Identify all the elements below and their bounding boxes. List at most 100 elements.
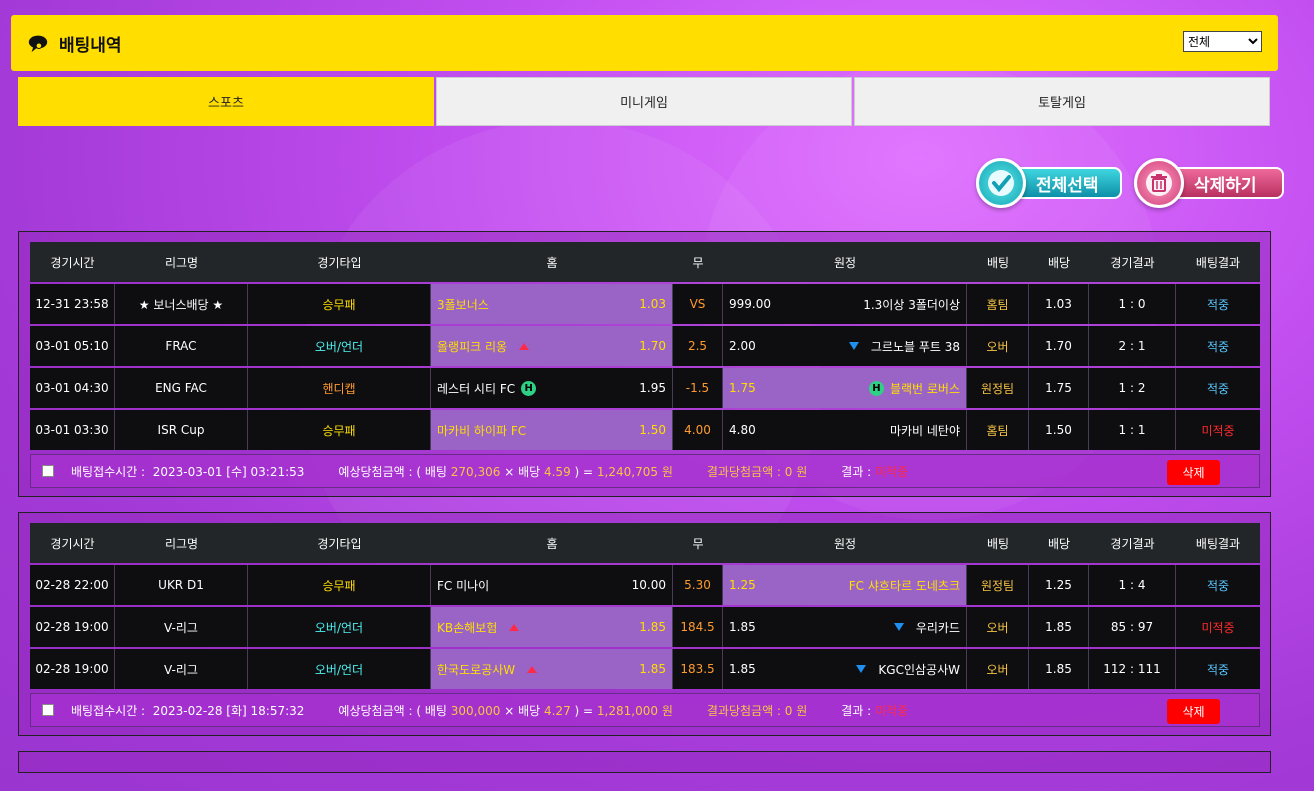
bet-table: 경기시간 리그명 경기타입 홈 무 원정 배팅 배당 경기결과 배팅결과 02-28 22:00 UK… (30, 523, 1260, 691)
bet-type: 승무패 (248, 410, 431, 450)
select-checkbox[interactable] (42, 465, 54, 477)
column-header: 홈 (431, 242, 673, 282)
handicap-badge-icon: H (521, 380, 537, 396)
bet-time-info: 배팅접수시간 : 2023-03-01 [수] 03:21:53 (71, 463, 304, 480)
match-time: 02-28 19:00 (30, 607, 115, 647)
column-header: 경기타입 (248, 242, 431, 282)
home-team-cell[interactable]: FC 미나이 10.00 (431, 565, 673, 605)
match-score: 1 : 2 (1089, 368, 1176, 408)
expected-label: 예상당첨금액 : ( 배팅 (338, 703, 447, 718)
bet-odds: 1.85 (1029, 607, 1089, 647)
home-odds: 1.85 (639, 620, 666, 634)
delete-bet-button[interactable]: 삭제 (1167, 699, 1220, 724)
draw-value[interactable]: VS (673, 284, 723, 324)
select-checkbox[interactable] (42, 704, 54, 716)
column-header: 경기결과 (1089, 523, 1176, 563)
home-team-cell[interactable]: 레스터 시티 FC H 1.95 (431, 368, 673, 408)
filter-select[interactable]: 전체 (1183, 31, 1262, 52)
table-row: 03-01 03:30 ISR Cup 승무패 마카비 하이파 FC 1.50 4.00 4… (30, 410, 1260, 450)
away-odds: 4.80 (729, 423, 756, 437)
tab-minigame[interactable]: 미니게임 (436, 77, 852, 126)
league-name: V-리그 (115, 607, 248, 647)
match-time: 02-28 19:00 (30, 649, 115, 689)
away-team-cell[interactable]: 1.85 KGC인삼공사W (723, 649, 967, 689)
away-team-name: FC 샤흐타르 도네츠크 (848, 578, 960, 593)
column-header: 경기시간 (30, 242, 115, 282)
select-all-button[interactable]: 전체선택 (976, 158, 1122, 208)
away-team-cell[interactable]: 2.00 그르노블 푸트 38 (723, 326, 967, 366)
bet-type: 오버/언더 (248, 326, 431, 366)
home-team-cell[interactable]: KB손해보험 1.85 (431, 607, 673, 647)
draw-value[interactable]: 2.5 (673, 326, 723, 366)
table-header-row: 경기시간 리그명 경기타입 홈 무 원정 배팅 배당 경기결과 배팅결과 (30, 523, 1260, 563)
away-team-cell[interactable]: 1.25 FC 샤흐타르 도네츠크 (723, 565, 967, 605)
tab-totalgame[interactable]: 토탈게임 (854, 77, 1270, 126)
home-team-cell[interactable]: 올랭피크 리옹 1.70 (431, 326, 673, 366)
home-team-cell[interactable]: 3폴보너스 1.03 (431, 284, 673, 324)
bet-summary: 배팅접수시간 : 2023-03-01 [수] 03:21:53 예상당첨금액 :… (30, 454, 1260, 488)
away-team-cell[interactable]: 1.85 우리카드 (723, 607, 967, 647)
away-team-name: 그르노블 푸트 38 (870, 339, 960, 354)
league-name: FRAC (115, 326, 248, 366)
bet-result: 적중 (1176, 284, 1260, 324)
column-header: 원정 (723, 242, 967, 282)
column-header: 배팅 (967, 242, 1029, 282)
away-team-wrap: KGC인삼공사W (856, 661, 960, 678)
draw-value[interactable]: -1.5 (673, 368, 723, 408)
column-header: 배팅 (967, 523, 1029, 563)
bet-time-label: 배팅접수시간 : (71, 703, 146, 718)
bet-choice: 오버 (967, 326, 1029, 366)
times-label: × 배당 (504, 464, 541, 479)
home-team-cell[interactable]: 마카비 하이파 FC 1.50 (431, 410, 673, 450)
expected-payout: 예상당첨금액 : ( 배팅 300,000 × 배당 4.27 ) = 1,28… (338, 702, 672, 719)
delete-selected-button[interactable]: 삭제하기 (1134, 158, 1284, 208)
delete-bet-button[interactable]: 삭제 (1167, 460, 1220, 485)
home-team-wrap: 레스터 시티 FC H (437, 380, 537, 397)
bet-summary: 배팅접수시간 : 2023-02-28 [화] 18:57:32 예상당첨금액 :… (30, 693, 1260, 727)
draw-value[interactable]: 184.5 (673, 607, 723, 647)
result-summary: 결과 : 미적중 (841, 463, 908, 480)
league-name: ENG FAC (115, 368, 248, 408)
away-team-wrap: 우리카드 (893, 619, 960, 636)
column-header: 배팅결과 (1176, 242, 1260, 282)
bet-result: 미적중 (1176, 410, 1260, 450)
home-team-wrap: KB손해보험 (437, 619, 520, 636)
table-row: 02-28 19:00 V-리그 오버/언더 KB손해보험 1.85 184.5 1.85 우… (30, 607, 1260, 647)
draw-value[interactable]: 4.00 (673, 410, 723, 450)
league-name: V-리그 (115, 649, 248, 689)
home-odds: 1.70 (639, 339, 666, 353)
payout-amount: 1,240,705 (596, 464, 658, 479)
away-team-name: 우리카드 (915, 620, 960, 635)
match-score: 1 : 0 (1089, 284, 1176, 324)
won-unit: 원 (661, 464, 673, 479)
expected-label: 예상당첨금액 : ( 배팅 (338, 464, 447, 479)
match-time: 03-01 04:30 (30, 368, 115, 408)
result-value: 미적중 (875, 703, 909, 718)
bet-time-label: 배팅접수시간 : (71, 464, 146, 479)
tab-sports[interactable]: 스포츠 (18, 77, 434, 126)
handicap-badge-icon: H (868, 380, 884, 396)
match-score: 2 : 1 (1089, 326, 1176, 366)
away-odds: 1.85 (729, 662, 756, 676)
league-name: UKR D1 (115, 565, 248, 605)
away-team-wrap: FC 샤흐타르 도네츠크 (849, 577, 960, 594)
column-header: 배당 (1029, 523, 1089, 563)
away-team-wrap: 1.3이상 3폴더이상 (863, 296, 960, 313)
bet-result: 적중 (1176, 649, 1260, 689)
result-amount: 결과당첨금액 : 0 원 (706, 464, 808, 479)
result-label: 결과 : (841, 703, 872, 718)
home-team-name: 레스터 시티 FC (437, 381, 516, 396)
bet-choice: 원정팀 (967, 565, 1029, 605)
away-team-cell[interactable]: 999.00 1.3이상 3폴더이상 (723, 284, 967, 324)
home-odds: 10.00 (631, 578, 666, 592)
home-team-cell[interactable]: 한국도로공사W 1.85 (431, 649, 673, 689)
away-odds: 1.85 (729, 620, 756, 634)
away-team-wrap: 마카비 네탄야 (890, 422, 960, 439)
away-team-cell[interactable]: 1.75 H 블랙번 로버스 (723, 368, 967, 408)
bet-time: 2023-02-28 [화] 18:57:32 (152, 703, 305, 718)
table-row: 03-01 05:10 FRAC 오버/언더 올랭피크 리옹 1.70 2.5 2.00 그르… (30, 326, 1260, 366)
draw-value[interactable]: 183.5 (673, 649, 723, 689)
bet-odds: 1.70 (1029, 326, 1089, 366)
draw-value[interactable]: 5.30 (673, 565, 723, 605)
away-team-cell[interactable]: 4.80 마카비 네탄야 (723, 410, 967, 450)
